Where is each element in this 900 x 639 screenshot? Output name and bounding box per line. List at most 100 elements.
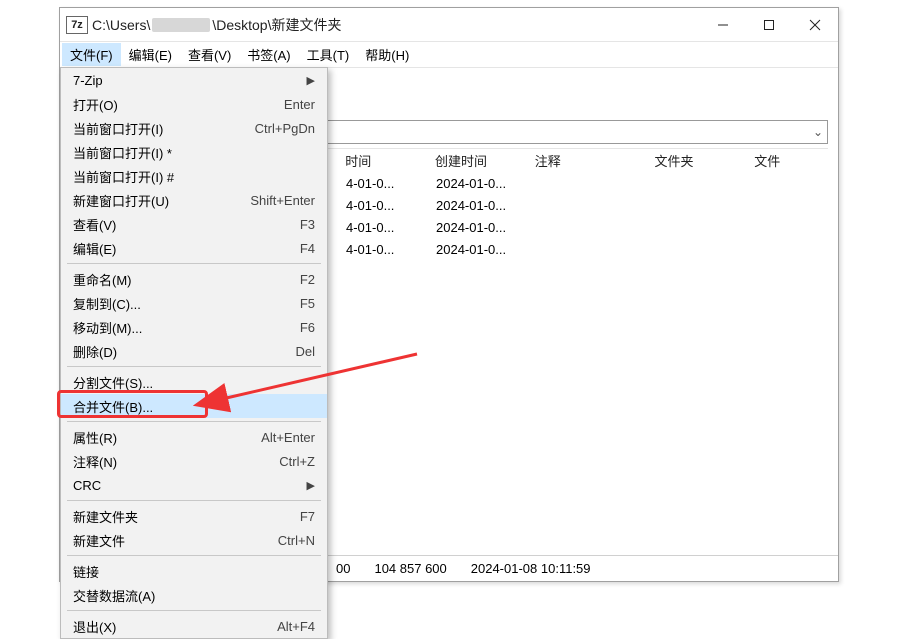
menu-item-label: 删除(D) (73, 342, 283, 361)
menu-item[interactable]: 移动到(M)... F6 (61, 315, 327, 339)
redacted-user (152, 18, 210, 32)
menu-item[interactable]: 打开(O) Enter (61, 92, 327, 116)
menu-item-accelerator: F7 (300, 509, 315, 524)
titlebar: 7z C:\Users\ \Desktop\新建文件夹 (60, 8, 838, 42)
menu-item[interactable]: 属性(R) Alt+Enter (61, 425, 327, 449)
column-header[interactable]: 文件 (748, 151, 828, 170)
menu-item[interactable]: 7-Zip ▶ (61, 68, 327, 92)
menu-separator (67, 421, 321, 422)
menu-item[interactable]: 书签(A) (239, 43, 298, 66)
menu-item[interactable]: 编辑(E) F4 (61, 236, 327, 260)
menu-item-label: 当前窗口打开(I) # (73, 167, 315, 186)
menu-item-label: 新建文件 (73, 531, 266, 550)
menu-item-label: 重命名(M) (73, 270, 288, 289)
cell-mtime: 4-01-0... (340, 220, 430, 235)
cell-ctime: 2024-01-0... (430, 220, 530, 235)
menu-item-label: 查看(V) (73, 215, 288, 234)
menu-item[interactable]: 新建文件夹 F7 (61, 504, 327, 528)
title-suffix: \Desktop\新建文件夹 (212, 15, 341, 35)
minimize-button[interactable] (700, 8, 746, 42)
menu-item-accelerator: Ctrl+PgDn (255, 121, 315, 136)
menu-item-accelerator: Del (295, 344, 315, 359)
status-seg-1: 00 (330, 561, 356, 576)
maximize-button[interactable] (746, 8, 792, 42)
menu-item[interactable]: 退出(X) Alt+F4 (61, 614, 327, 638)
menu-item[interactable]: 合并文件(B)... (61, 394, 327, 418)
cell-ctime: 2024-01-0... (430, 242, 530, 257)
column-header[interactable]: 注释 (529, 151, 649, 170)
menu-separator (67, 555, 321, 556)
column-header[interactable]: 文件夹 (648, 151, 748, 170)
menu-item-label: 编辑(E) (73, 239, 288, 258)
menu-item[interactable]: 文件(F) (62, 43, 121, 66)
menu-item-label: 当前窗口打开(I) * (73, 143, 315, 162)
menu-item-accelerator: F6 (300, 320, 315, 335)
menu-item[interactable]: 帮助(H) (357, 43, 417, 66)
menu-item[interactable]: 当前窗口打开(I) Ctrl+PgDn (61, 116, 327, 140)
menu-item-accelerator: Enter (284, 97, 315, 112)
cell-ctime: 2024-01-0... (430, 198, 530, 213)
menu-separator (67, 263, 321, 264)
cell-mtime: 4-01-0... (340, 198, 430, 213)
menu-item-accelerator: Alt+F4 (277, 619, 315, 634)
menu-item-label: 移动到(M)... (73, 318, 288, 337)
close-button[interactable] (792, 8, 838, 42)
column-header[interactable]: 创建时间 (429, 151, 529, 170)
menu-item-accelerator: Shift+Enter (250, 193, 315, 208)
menu-item-label: 新建窗口打开(U) (73, 191, 238, 210)
menu-item[interactable]: 当前窗口打开(I) * (61, 140, 327, 164)
menu-item[interactable]: 链接 (61, 559, 327, 583)
menu-item[interactable]: 当前窗口打开(I) # (61, 164, 327, 188)
menu-item[interactable]: CRC ▶ (61, 473, 327, 497)
status-seg-3: 2024-01-08 10:11:59 (465, 561, 597, 576)
menu-item-accelerator: F5 (300, 296, 315, 311)
menu-item[interactable]: 查看(V) (180, 43, 239, 66)
menu-item-label: 复制到(C)... (73, 294, 288, 313)
menubar: 文件(F)编辑(E)查看(V)书签(A)工具(T)帮助(H) (60, 42, 838, 68)
menu-item-label: 注释(N) (73, 452, 267, 471)
menu-item-label: 打开(O) (73, 95, 272, 114)
menu-item-accelerator: F2 (300, 272, 315, 287)
app-icon: 7z (66, 16, 88, 34)
menu-item-label: 当前窗口打开(I) (73, 119, 243, 138)
window-controls (700, 8, 838, 42)
cell-ctime: 2024-01-0... (430, 176, 530, 191)
menu-item[interactable]: 分割文件(S)... (61, 370, 327, 394)
menu-item[interactable]: 新建文件 Ctrl+N (61, 528, 327, 552)
menu-item-label: 退出(X) (73, 617, 265, 636)
menu-item-label: 分割文件(S)... (73, 373, 315, 392)
menu-item[interactable]: 工具(T) (299, 43, 358, 66)
status-seg-2: 104 857 600 (368, 561, 452, 576)
menu-item-label: 交替数据流(A) (73, 586, 315, 605)
column-header[interactable]: 时间 (339, 151, 429, 170)
menu-item[interactable]: 复制到(C)... F5 (61, 291, 327, 315)
menu-item[interactable]: 注释(N) Ctrl+Z (61, 449, 327, 473)
chevron-right-icon: ▶ (307, 74, 315, 87)
menu-item-accelerator: F4 (300, 241, 315, 256)
menu-item[interactable]: 编辑(E) (121, 43, 180, 66)
chevron-right-icon: ▶ (307, 479, 315, 492)
menu-item-label: 合并文件(B)... (73, 397, 315, 416)
menu-separator (67, 610, 321, 611)
window-title: C:\Users\ \Desktop\新建文件夹 (92, 15, 700, 35)
menu-item-accelerator: Ctrl+Z (279, 454, 315, 469)
cell-mtime: 4-01-0... (340, 242, 430, 257)
menu-item-label: 属性(R) (73, 428, 249, 447)
menu-item-accelerator: Alt+Enter (261, 430, 315, 445)
menu-item-label: 7-Zip (73, 73, 295, 88)
menu-item[interactable]: 查看(V) F3 (61, 212, 327, 236)
chevron-down-icon[interactable]: ⌄ (813, 125, 823, 139)
menu-item-label: 链接 (73, 562, 315, 581)
menu-item-label: 新建文件夹 (73, 507, 288, 526)
menu-item-accelerator: Ctrl+N (278, 533, 315, 548)
menu-separator (67, 500, 321, 501)
menu-item[interactable]: 新建窗口打开(U) Shift+Enter (61, 188, 327, 212)
title-prefix: C:\Users\ (92, 17, 150, 33)
file-menu-dropdown: 7-Zip▶打开(O)Enter当前窗口打开(I)Ctrl+PgDn当前窗口打开… (60, 67, 328, 639)
menu-separator (67, 366, 321, 367)
menu-item[interactable]: 重命名(M) F2 (61, 267, 327, 291)
menu-item-accelerator: F3 (300, 217, 315, 232)
menu-item-label: CRC (73, 478, 295, 493)
menu-item[interactable]: 删除(D) Del (61, 339, 327, 363)
cell-mtime: 4-01-0... (340, 176, 430, 191)
